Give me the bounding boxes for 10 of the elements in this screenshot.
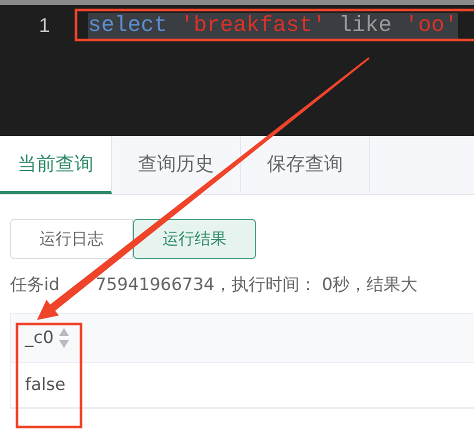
code-editor[interactable]: 1 select 'breakfast' like 'oo': [0, 0, 474, 136]
line-number: 1: [38, 14, 50, 38]
column-header: _c0: [25, 328, 54, 348]
tab[interactable]: 当前查询: [0, 136, 112, 194]
task-info-text: 75941966734，执行时间： 0秒，结果大: [96, 274, 418, 296]
view-toggle-button[interactable]: 运行结果: [133, 219, 256, 259]
sort-icon[interactable]: [58, 327, 70, 349]
table-cell-text: false: [24, 374, 66, 397]
view-toggle-button[interactable]: 运行日志: [10, 219, 133, 259]
task-id-label: 任务id: [10, 274, 60, 296]
